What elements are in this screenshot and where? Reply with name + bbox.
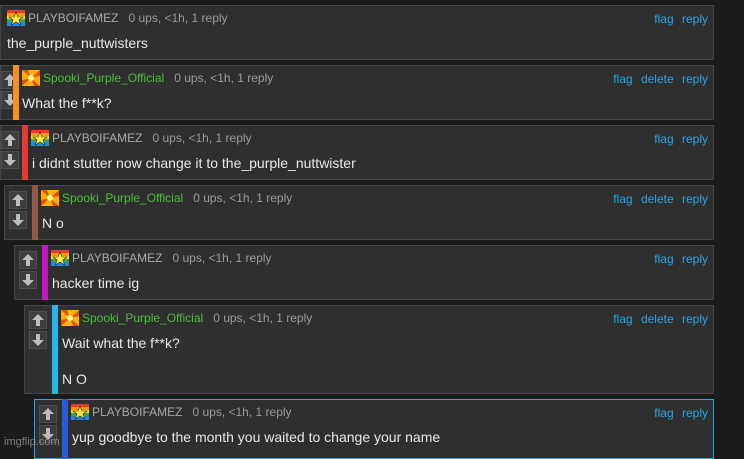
comment-text: What the f**k? [22, 95, 112, 111]
reply-link[interactable]: reply [682, 192, 708, 206]
comment-text: yup goodbye to the month you waited to c… [72, 429, 441, 445]
delete-link[interactable]: delete [641, 192, 674, 206]
flag-link[interactable]: flag [654, 132, 673, 146]
downvote-button[interactable] [1, 151, 19, 169]
orange-burst-avatar[interactable] [22, 70, 40, 86]
thread-accent [13, 65, 19, 120]
downvote-button[interactable] [9, 211, 27, 229]
down-arrow-icon [4, 154, 16, 166]
comment-header: PLAYBOIFAMEZ 0 ups, <1h, 1 reply [51, 250, 272, 266]
comment-text: N o [42, 215, 64, 231]
thread-accent [42, 245, 48, 300]
flag-link[interactable]: flag [613, 312, 632, 326]
thread-accent [22, 125, 28, 180]
comment-actions: flag reply [649, 406, 708, 420]
watermark: imgflip.com [4, 436, 60, 448]
rainbow-star-avatar[interactable] [71, 404, 89, 420]
username[interactable]: PLAYBOIFAMEZ [28, 11, 118, 25]
comment-actions: flag reply [649, 12, 708, 26]
comment-actions: flag delete reply [608, 312, 708, 326]
comment-5: Spooki_Purple_Official 0 ups, <1h, 1 rep… [24, 305, 714, 394]
comment-meta: 0 ups, <1h, 1 reply [192, 405, 292, 419]
reply-link[interactable]: reply [682, 312, 708, 326]
username[interactable]: Spooki_Purple_Official [43, 71, 164, 85]
comment-header: Spooki_Purple_Official 0 ups, <1h, 1 rep… [22, 70, 273, 86]
comment-header: PLAYBOIFAMEZ 0 ups, <1h, 1 reply [71, 404, 292, 420]
comment-4: PLAYBOIFAMEZ 0 ups, <1h, 1 reply flag re… [14, 245, 714, 300]
comment-text: Wait what the f**k? [62, 335, 180, 351]
comment-text: N O [62, 371, 87, 387]
comment-text: i didnt stutter now change it to the_pur… [32, 155, 356, 171]
username[interactable]: Spooki_Purple_Official [82, 311, 203, 325]
upvote-button[interactable] [9, 191, 27, 209]
rainbow-star-avatar[interactable] [51, 250, 69, 266]
comment-meta: 0 ups, <1h, 1 reply [152, 131, 252, 145]
downvote-button[interactable] [29, 331, 47, 349]
comment-1: Spooki_Purple_Official 0 ups, <1h, 1 rep… [0, 65, 714, 120]
thread-accent [32, 185, 38, 240]
comment-actions: flag reply [649, 252, 708, 266]
reply-link[interactable]: reply [682, 252, 708, 266]
comment-2: PLAYBOIFAMEZ 0 ups, <1h, 1 reply flag re… [0, 125, 714, 180]
vote-column [9, 186, 27, 239]
flag-link[interactable]: flag [654, 12, 673, 26]
thread-accent [52, 305, 58, 394]
down-arrow-icon [32, 334, 44, 346]
comment-header: Spooki_Purple_Official 0 ups, <1h, 1 rep… [41, 190, 292, 206]
orange-burst-avatar[interactable] [61, 310, 79, 326]
reply-link[interactable]: reply [682, 72, 708, 86]
up-arrow-icon [42, 408, 54, 420]
up-arrow-icon [22, 254, 34, 266]
comment-meta: 0 ups, <1h, 1 reply [213, 311, 313, 325]
rainbow-star-avatar[interactable] [31, 130, 49, 146]
upvote-button[interactable] [39, 405, 57, 423]
up-arrow-icon [12, 194, 24, 206]
comment-meta: 0 ups, <1h, 1 reply [172, 251, 272, 265]
delete-link[interactable]: delete [641, 312, 674, 326]
comment-meta: 0 ups, <1h, 1 reply [174, 71, 274, 85]
comment-header: PLAYBOIFAMEZ 0 ups, <1h, 1 reply [7, 10, 228, 26]
comment-0: PLAYBOIFAMEZ 0 ups, <1h, 1 reply flag re… [0, 5, 714, 60]
thread-accent [62, 399, 68, 459]
username[interactable]: PLAYBOIFAMEZ [92, 405, 182, 419]
delete-link[interactable]: delete [641, 72, 674, 86]
up-arrow-icon [32, 314, 44, 326]
reply-link[interactable]: reply [682, 12, 708, 26]
vote-column [39, 400, 57, 458]
up-arrow-icon [4, 134, 16, 146]
orange-burst-avatar[interactable] [41, 190, 59, 206]
reply-link[interactable]: reply [682, 132, 708, 146]
downvote-button[interactable] [19, 271, 37, 289]
down-arrow-icon [22, 274, 34, 286]
comment-actions: flag delete reply [608, 72, 708, 86]
comment-text: the_purple_nuttwisters [7, 35, 148, 51]
flag-link[interactable]: flag [654, 252, 673, 266]
username[interactable]: PLAYBOIFAMEZ [72, 251, 162, 265]
comment-meta: 0 ups, <1h, 1 reply [128, 11, 228, 25]
comment-actions: flag reply [649, 132, 708, 146]
username[interactable]: Spooki_Purple_Official [62, 191, 183, 205]
flag-link[interactable]: flag [613, 72, 632, 86]
down-arrow-icon [12, 214, 24, 226]
reply-link[interactable]: reply [682, 406, 708, 420]
comment-6: PLAYBOIFAMEZ 0 ups, <1h, 1 reply flag re… [34, 399, 714, 459]
upvote-button[interactable] [19, 251, 37, 269]
comment-meta: 0 ups, <1h, 1 reply [193, 191, 293, 205]
flag-link[interactable]: flag [613, 192, 632, 206]
vote-column [1, 126, 19, 179]
upvote-button[interactable] [1, 131, 19, 149]
comment-3: Spooki_Purple_Official 0 ups, <1h, 1 rep… [4, 185, 714, 240]
vote-column [29, 306, 47, 393]
vote-column [19, 246, 37, 299]
flag-link[interactable]: flag [654, 406, 673, 420]
comment-header: PLAYBOIFAMEZ 0 ups, <1h, 1 reply [31, 130, 252, 146]
comment-actions: flag delete reply [608, 192, 708, 206]
upvote-button[interactable] [29, 311, 47, 329]
comment-header: Spooki_Purple_Official 0 ups, <1h, 1 rep… [61, 310, 312, 326]
comment-text: hacker time ig [52, 275, 140, 291]
rainbow-star-avatar[interactable] [7, 10, 25, 26]
username[interactable]: PLAYBOIFAMEZ [52, 131, 142, 145]
